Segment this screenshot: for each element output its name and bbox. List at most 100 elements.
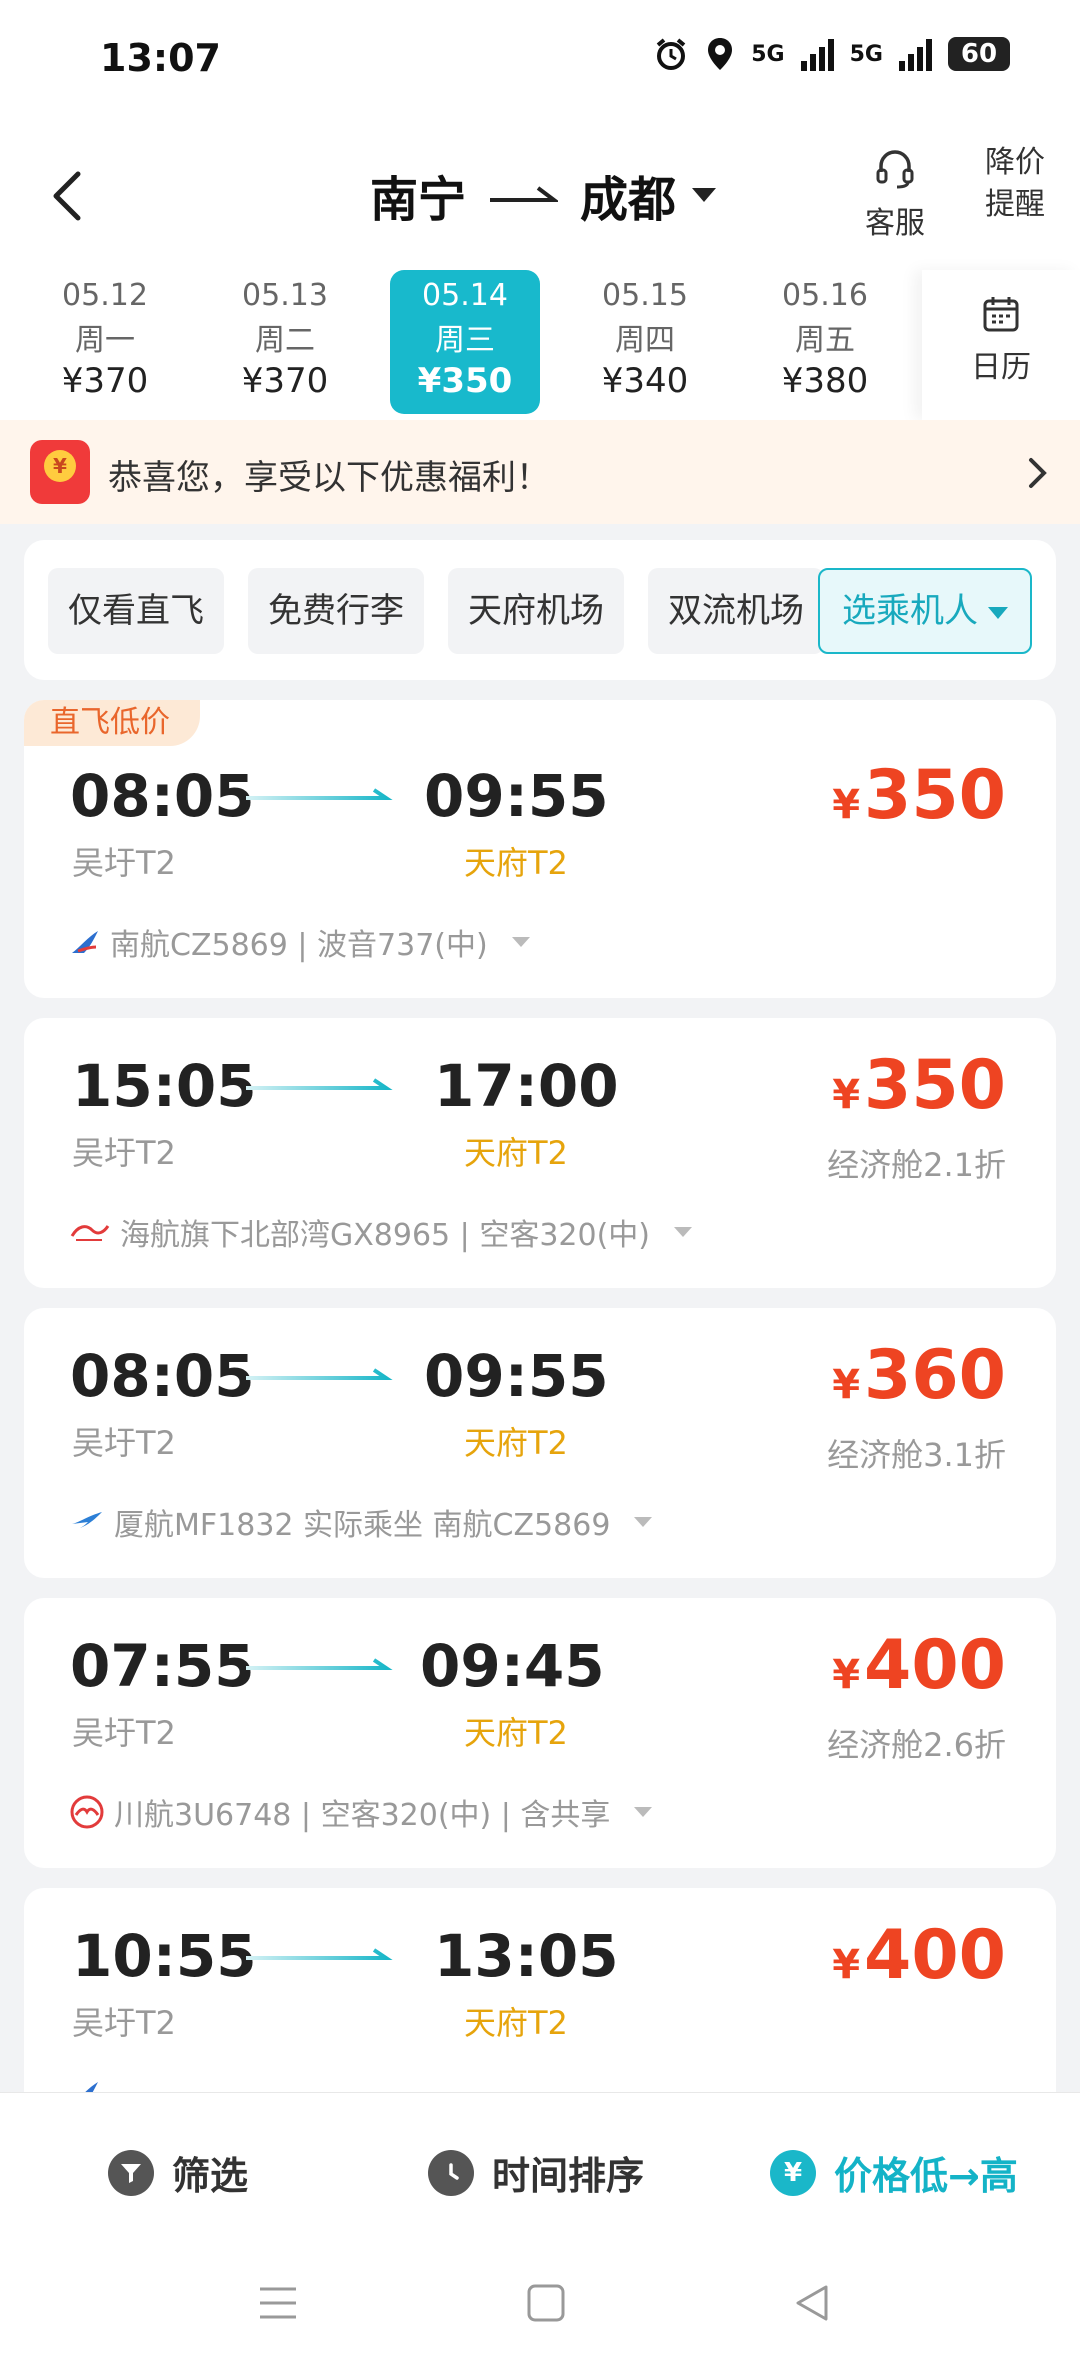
xiamen-airlines-logo-icon — [72, 1512, 102, 1528]
arrival-time: 09:45 — [420, 1632, 605, 1700]
weekday-label: 周一 — [75, 323, 135, 358]
price-value: 350 — [864, 1046, 1006, 1125]
date-item[interactable]: 05.15 周四 ¥340 — [570, 270, 720, 414]
date-item[interactable]: 05.16 周五 ¥380 — [750, 270, 900, 414]
status-icons: 5G 5G 60 — [653, 36, 1010, 72]
flight-arrow-icon — [246, 1658, 393, 1670]
arrival-time: 17:00 — [434, 1052, 619, 1120]
flight-card[interactable]: 直飞低价 08:05 09:55 吴圩T2 天府T2 ¥350 南航CZ5869… — [24, 700, 1056, 998]
flight-card[interactable]: 10:55 13:05 吴圩T2 天府T2 ¥400 — [24, 1888, 1056, 2092]
filter-button[interactable]: 筛选 — [108, 2145, 248, 2200]
flight-arrow-icon — [246, 1368, 393, 1380]
date-item[interactable]: 05.13 周二 ¥370 — [210, 270, 360, 414]
flight-card[interactable]: 15:05 17:00 吴圩T2 天府T2 ¥350 经济舱2.1折 海航旗下北… — [24, 1018, 1056, 1288]
weekday-label: 周二 — [255, 323, 315, 358]
date-price: ¥370 — [61, 361, 149, 401]
time-sort-label: 时间排序 — [492, 2154, 645, 2198]
airline-info — [70, 2078, 110, 2092]
beibu-gulf-logo-icon — [70, 1225, 110, 1241]
date-label: 05.15 — [602, 278, 688, 313]
network-5g-label-2: 5G — [849, 41, 883, 67]
flight-price: ¥360 — [832, 1336, 1006, 1415]
currency-symbol: ¥ — [832, 1942, 861, 1988]
route-arrow-icon — [490, 186, 559, 202]
arrival-time: 09:55 — [424, 762, 609, 830]
route-selector[interactable]: 南宁 成都 — [370, 160, 717, 230]
arrival-airport: 天府T2 — [464, 1424, 568, 1462]
departure-time: 15:05 — [72, 1052, 257, 1120]
arrival-time: 09:55 — [424, 1342, 609, 1410]
flight-card[interactable]: 08:05 09:55 吴圩T2 天府T2 ¥360 经济舱3.1折 厦航MF1… — [24, 1308, 1056, 1578]
back-triangle-icon[interactable] — [792, 2283, 832, 2323]
flight-tag: 直飞低价 — [24, 700, 200, 746]
date-label: 05.14 — [422, 278, 508, 313]
signal-icon — [800, 37, 834, 71]
price-sort-label: 价格低→高 — [834, 2154, 1018, 2198]
arrival-airport: 天府T2 — [464, 844, 568, 882]
sichuan-airlines-logo-icon — [70, 1795, 104, 1829]
date-item-selected[interactable]: 05.14 周三 ¥350 — [390, 270, 540, 414]
airline-info: 川航3U6748 | 空客320(中) | 含共享 — [70, 1790, 653, 1834]
filter-label: 筛选 — [172, 2154, 249, 2198]
flight-arrow-icon — [246, 1948, 393, 1960]
chevron-down-icon[interactable] — [511, 937, 530, 947]
filter-bar: 仅看直飞 免费行李 天府机场 双流机场 选乘机人 — [24, 540, 1056, 680]
price-alert-button[interactable]: 降价 提醒 — [975, 142, 1055, 226]
home-icon[interactable] — [526, 2283, 566, 2323]
filter-chip-direct[interactable]: 仅看直飞 — [48, 568, 224, 654]
filter-chip-passenger[interactable]: 选乘机人 — [818, 568, 1032, 654]
customer-service-button[interactable]: 客服 — [860, 146, 930, 242]
date-price: ¥350 — [417, 361, 513, 401]
menu-icon[interactable] — [258, 2283, 298, 2323]
chevron-down-icon[interactable] — [634, 1807, 653, 1817]
cabin-discount: 经济舱3.1折 — [827, 1436, 1006, 1474]
price-sort-button[interactable]: ¥ 价格低→高 — [770, 2145, 1018, 2200]
flight-price: ¥400 — [832, 1916, 1006, 1995]
arrival-airport: 天府T2 — [464, 2004, 568, 2042]
date-price: ¥380 — [781, 361, 869, 401]
time-sort-button[interactable]: 时间排序 — [428, 2145, 644, 2200]
destination-city: 成都 — [580, 172, 677, 228]
filter-chip-shuangliu[interactable]: 双流机场 — [648, 568, 824, 654]
back-button[interactable] — [40, 160, 100, 230]
chevron-down-icon[interactable] — [634, 1517, 653, 1527]
date-price: ¥340 — [601, 361, 689, 401]
headset-icon — [876, 150, 914, 189]
calendar-label: 日历 — [971, 350, 1031, 385]
china-southern-logo-icon — [72, 931, 98, 953]
back-arrow-icon — [53, 171, 81, 221]
date-label: 05.13 — [242, 278, 328, 313]
china-southern-logo-icon — [85, 2082, 98, 2092]
signal-icon-2 — [899, 37, 932, 71]
sort-bar: 筛选 时间排序 ¥ 价格低→高 — [0, 2092, 1080, 2375]
flight-price: ¥350 — [832, 1046, 1006, 1125]
origin-city: 南宁 — [370, 172, 467, 228]
departure-time: 10:55 — [72, 1922, 257, 1990]
price-value: 400 — [864, 1916, 1006, 1995]
departure-airport: 吴圩T2 — [72, 844, 176, 882]
flight-arrow-icon — [246, 788, 393, 800]
weekday-label: 周四 — [615, 323, 675, 358]
flight-price: ¥350 — [832, 756, 1006, 835]
arrival-time: 13:05 — [434, 1922, 619, 1990]
departure-airport: 吴圩T2 — [72, 1424, 176, 1462]
calendar-button[interactable]: 日历 — [922, 270, 1080, 420]
customer-service-label: 客服 — [865, 206, 925, 241]
promo-banner[interactable]: ¥ 恭喜您，享受以下优惠福利！ — [0, 420, 1080, 524]
chevron-down-icon[interactable] — [674, 1227, 692, 1237]
red-packet-icon: ¥ — [30, 440, 90, 504]
cabin-discount: 经济舱2.6折 — [827, 1726, 1006, 1764]
departure-airport: 吴圩T2 — [72, 1134, 176, 1172]
filter-chip-free-baggage[interactable]: 免费行李 — [248, 568, 424, 654]
chevron-down-icon — [692, 188, 717, 202]
airline-info: 海航旗下北部湾GX8965 | 空客320(中) — [70, 1210, 692, 1254]
flight-price: ¥400 — [832, 1626, 1006, 1705]
filter-chip-tianfu[interactable]: 天府机场 — [448, 568, 624, 654]
status-bar: 13:07 5G 5G 60 — [0, 0, 1080, 120]
flight-card[interactable]: 07:55 09:45 吴圩T2 天府T2 ¥400 经济舱2.6折 川航3U6… — [24, 1598, 1056, 1868]
system-nav-bar — [0, 2263, 1080, 2353]
alarm-icon — [656, 38, 686, 70]
date-item[interactable]: 05.12 周一 ¥370 — [30, 270, 180, 414]
location-icon — [708, 38, 733, 70]
price-value: 350 — [864, 756, 1006, 835]
